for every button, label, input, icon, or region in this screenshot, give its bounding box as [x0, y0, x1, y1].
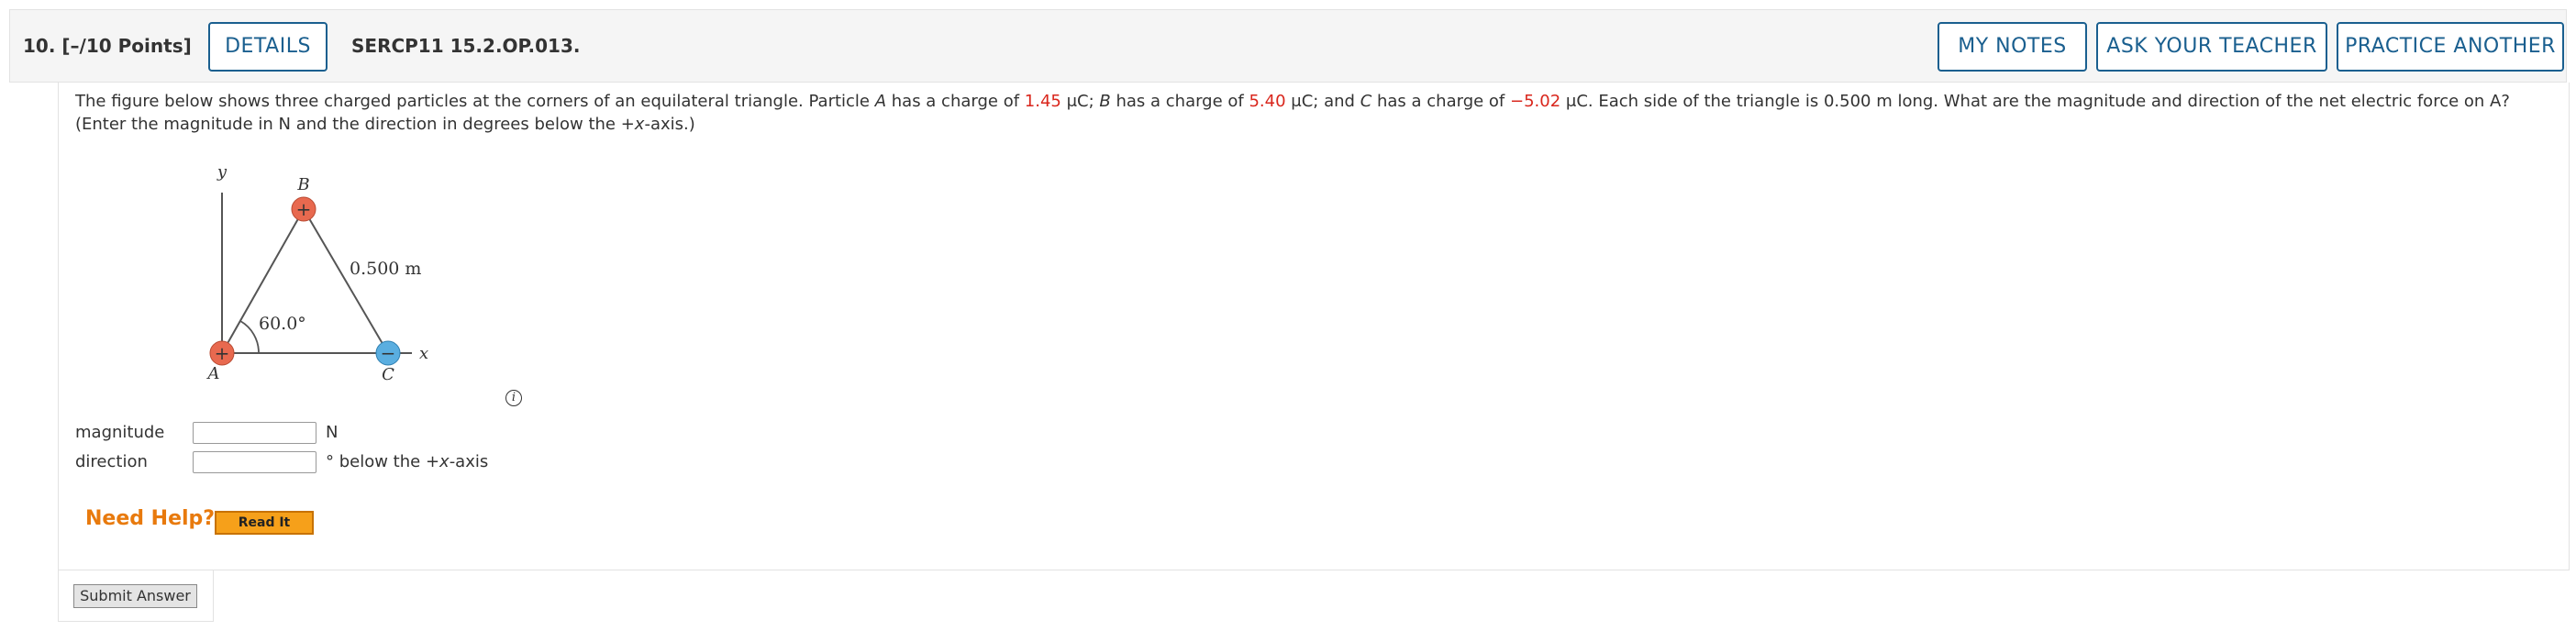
- angle-arc: [239, 320, 260, 354]
- submit-answer-button[interactable]: Submit Answer: [73, 584, 197, 608]
- practice-another-button[interactable]: PRACTICE ANOTHER: [2337, 22, 2564, 72]
- svg-text:+: +: [296, 198, 312, 220]
- details-button[interactable]: DETAILS: [208, 22, 328, 72]
- direction-unit: ° below the +x-axis: [326, 452, 489, 471]
- direction-input[interactable]: [193, 451, 316, 473]
- triangle-figure: y x A B C 0.500 m 60.0° + + −: [206, 162, 429, 384]
- side-length-label: 0.500 m: [350, 259, 421, 279]
- particle-c: −: [375, 340, 401, 366]
- need-help-label: Need Help?: [85, 507, 216, 530]
- magnitude-input[interactable]: [193, 422, 316, 444]
- magnitude-label: magnitude: [75, 423, 165, 442]
- label-a: A: [206, 364, 220, 383]
- charge-b-value: 5.40: [1249, 92, 1286, 111]
- ask-your-teacher-button[interactable]: ASK YOUR TEACHER: [2096, 22, 2327, 72]
- x-axis-label: x: [419, 344, 428, 363]
- question-header: 10. [–/10 Points] DETAILS SERCP11 15.2.O…: [9, 9, 2567, 83]
- my-notes-button[interactable]: MY NOTES: [1938, 22, 2087, 72]
- label-c: C: [382, 365, 394, 384]
- y-axis-label: y: [217, 162, 228, 182]
- question-number-and-points: 10. [–/10 Points]: [23, 35, 192, 57]
- question-body: The figure below shows three charged par…: [58, 83, 2570, 570]
- charge-c-value: −5.02: [1510, 92, 1561, 111]
- label-b: B: [296, 175, 309, 194]
- svg-text:+: +: [215, 342, 230, 364]
- direction-label: direction: [75, 452, 148, 471]
- angle-label: 60.0°: [259, 314, 306, 334]
- submit-area: Submit Answer: [58, 570, 214, 622]
- side-bc: [303, 208, 389, 354]
- info-icon[interactable]: i: [505, 390, 522, 406]
- question-code: SERCP11 15.2.OP.013.: [351, 35, 581, 57]
- particle-b: +: [291, 196, 316, 222]
- magnitude-unit: N: [326, 423, 339, 442]
- read-it-button[interactable]: Read It: [215, 511, 314, 535]
- svg-text:−: −: [381, 342, 396, 364]
- particle-a: +: [209, 340, 235, 366]
- charge-a-value: 1.45: [1024, 92, 1061, 111]
